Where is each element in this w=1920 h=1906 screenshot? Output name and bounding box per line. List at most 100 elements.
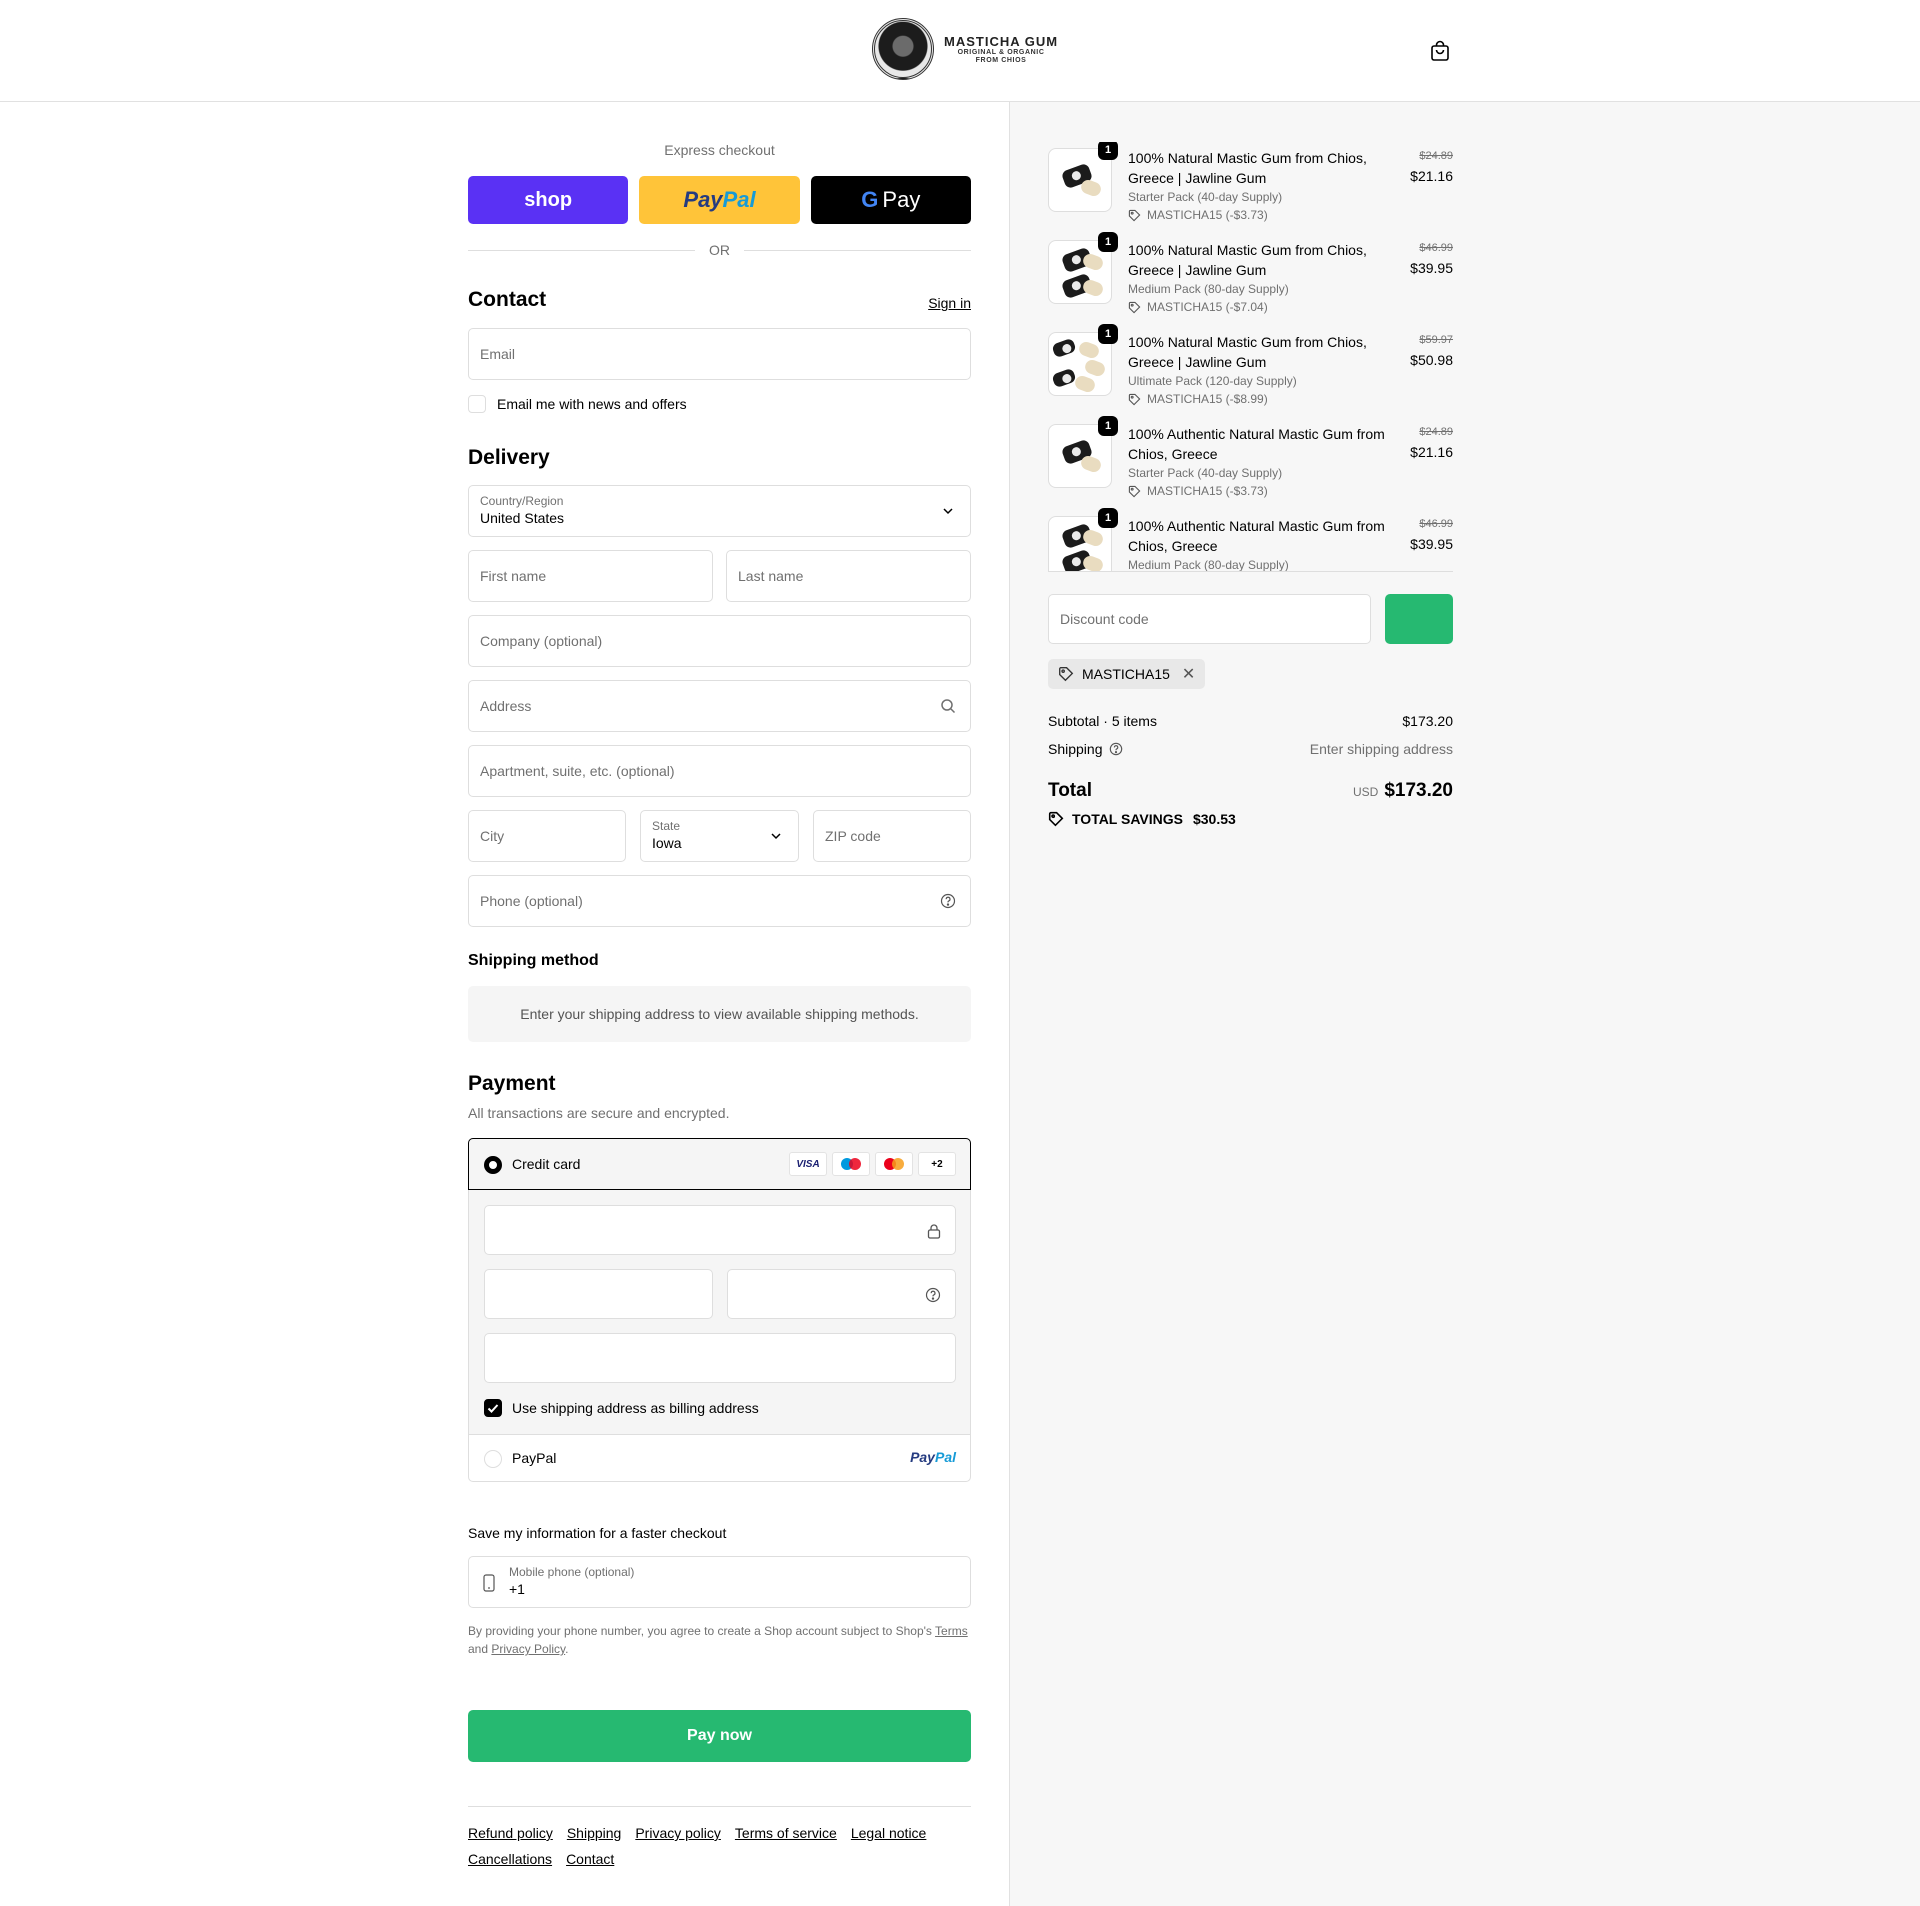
help-icon[interactable] (940, 893, 956, 909)
item-title: 100% Natural Mastic Gum from Chios, Gree… (1128, 334, 1367, 370)
legal-notice-link[interactable]: Legal notice (851, 1824, 927, 1842)
card-number-field[interactable] (484, 1205, 956, 1255)
contact-link[interactable]: Contact (566, 1850, 614, 1868)
discount-code-placeholder: Discount code (1060, 611, 1149, 627)
shipping-row: Shipping Enter shipping address (1048, 741, 1453, 757)
email-placeholder: Email (480, 346, 516, 362)
expiration-field[interactable] (484, 1269, 713, 1319)
item-variant: Starter Pack (40-day Supply) (1128, 466, 1283, 480)
terms-of-service-link[interactable]: Terms of service (735, 1824, 837, 1842)
payment-methods: Credit card VISA +2 Use shipping address… (468, 1138, 971, 1482)
item-title: 100% Authentic Natural Mastic Gum from C… (1128, 518, 1385, 554)
privacy-policy-link[interactable]: Privacy Policy (491, 1642, 565, 1656)
tag-icon (1128, 485, 1141, 497)
last-name-placeholder: Last name (738, 568, 804, 584)
item-variant: Medium Pack (80-day Supply) (1128, 282, 1289, 296)
mastercard-icon (875, 1152, 913, 1176)
terms-link[interactable]: Terms (935, 1624, 968, 1638)
more-brands-badge: +2 (918, 1152, 956, 1176)
total-row: Total USD $173.20 (1048, 780, 1453, 802)
total-value: $173.20 (1384, 780, 1453, 801)
address-field[interactable]: Address (468, 680, 971, 732)
shop-legal-text: By providing your phone number, you agre… (468, 1624, 968, 1656)
save-info-title: Save my information for a faster checkou… (468, 1525, 727, 1541)
cart-item: 1 100% Authentic Natural Mastic Gum from… (1048, 416, 1453, 510)
applied-code-label: MASTICHA15 (1082, 666, 1170, 682)
state-label: State (652, 819, 681, 833)
item-old-price: $24.89 (1419, 426, 1453, 438)
paypal-option[interactable]: PayPal PayPal (469, 1435, 970, 1481)
country-label: Country/Region (480, 494, 564, 508)
cancellations-link[interactable]: Cancellations (468, 1850, 552, 1868)
cart-items[interactable]: 1 100% Natural Mastic Gum from Chios, Gr… (1048, 142, 1453, 572)
brand-logo[interactable]: MASTICHA GUM ORIGINAL & ORGANIC FROM CHI… (872, 18, 1058, 80)
refund-policy-link[interactable]: Refund policy (468, 1824, 553, 1842)
paypal-radio[interactable] (484, 1450, 502, 1468)
credit-card-option[interactable]: Credit card VISA +2 (468, 1138, 971, 1190)
subtotal-label: Subtotal · 5 items (1048, 713, 1157, 729)
first-name-field[interactable]: First name (468, 550, 713, 602)
shipping-value: Enter shipping address (1309, 741, 1453, 757)
cart-item: 1 100% Natural Mastic Gum from Chios, Gr… (1048, 232, 1453, 326)
shopping-bag-icon[interactable] (1430, 40, 1450, 62)
savings-label: TOTAL SAVINGS (1072, 811, 1183, 827)
sign-in-link[interactable]: Sign in (928, 295, 971, 311)
check-icon (487, 1404, 499, 1413)
item-price: $21.16 (1410, 168, 1453, 184)
discount-code-field[interactable]: Discount code (1048, 594, 1371, 644)
google-pay-button[interactable]: G Pay (810, 176, 971, 224)
address-placeholder: Address (480, 698, 532, 714)
remove-discount-icon[interactable]: ✕ (1182, 664, 1195, 684)
city-field[interactable]: City (468, 810, 626, 862)
item-title: 100% Natural Mastic Gum from Chios, Gree… (1128, 150, 1367, 186)
cart-item: 1 100% Authentic Natural Mastic Gum from… (1048, 508, 1453, 571)
payment-subtitle: All transactions are secure and encrypte… (468, 1105, 730, 1121)
name-on-card-field[interactable] (484, 1333, 956, 1383)
shipping-method-message: Enter your shipping address to view avai… (520, 1006, 919, 1022)
billing-address-checkbox[interactable] (484, 1399, 502, 1417)
footer-divider (468, 1806, 971, 1807)
last-name-field[interactable]: Last name (726, 550, 971, 602)
privacy-policy-footer-link[interactable]: Privacy policy (635, 1824, 721, 1842)
item-old-price: $46.99 (1419, 518, 1453, 530)
help-icon[interactable] (925, 1287, 941, 1303)
visa-icon: VISA (789, 1152, 827, 1176)
city-placeholder: City (480, 828, 505, 844)
item-title: 100% Natural Mastic Gum from Chios, Gree… (1128, 242, 1367, 278)
google-icon: G (861, 187, 879, 212)
shipping-link[interactable]: Shipping (567, 1824, 622, 1842)
quantity-badge: 1 (1098, 142, 1118, 160)
item-discount: MASTICHA15 (-$7.04) (1128, 300, 1268, 314)
news-checkbox[interactable] (468, 395, 486, 413)
item-title: 100% Authentic Natural Mastic Gum from C… (1128, 426, 1385, 462)
item-discount: MASTICHA15 (-$8.99) (1128, 392, 1268, 406)
item-old-price: $59.97 (1419, 334, 1453, 346)
zip-field[interactable]: ZIP code (813, 810, 971, 862)
apply-discount-button[interactable] (1385, 594, 1453, 644)
security-code-field[interactable] (727, 1269, 956, 1319)
news-label: Email me with news and offers (497, 396, 687, 412)
company-field[interactable]: Company (optional) (468, 615, 971, 667)
pay-now-label: Pay now (687, 1727, 752, 1744)
item-price: $21.16 (1410, 444, 1453, 460)
pay-now-button[interactable]: Pay now (468, 1710, 971, 1762)
delivery-title: Delivery (468, 446, 550, 469)
shipping-method-title: Shipping method (468, 952, 599, 969)
country-select[interactable]: Country/Region United States (468, 485, 971, 537)
credit-card-radio[interactable] (484, 1156, 502, 1174)
email-field[interactable]: Email (468, 328, 971, 380)
phone-field[interactable]: Phone (optional) (468, 875, 971, 927)
apartment-field[interactable]: Apartment, suite, etc. (optional) (468, 745, 971, 797)
state-select[interactable]: State Iowa (640, 810, 799, 862)
help-icon[interactable] (1109, 742, 1123, 756)
item-price: $39.95 (1410, 536, 1453, 552)
apartment-placeholder: Apartment, suite, etc. (optional) (480, 763, 675, 779)
mobile-phone-field[interactable]: Mobile phone (optional) +1 (468, 1556, 971, 1608)
paypal-button[interactable]: Pay Pal (639, 176, 800, 224)
brand-tagline-2: FROM CHIOS (975, 56, 1027, 64)
chevron-down-icon (943, 508, 953, 515)
lock-icon (927, 1224, 941, 1239)
shop-pay-label: shop (524, 188, 573, 211)
express-checkout-title: Express checkout (664, 142, 775, 158)
shop-pay-button[interactable]: shop (468, 176, 629, 224)
